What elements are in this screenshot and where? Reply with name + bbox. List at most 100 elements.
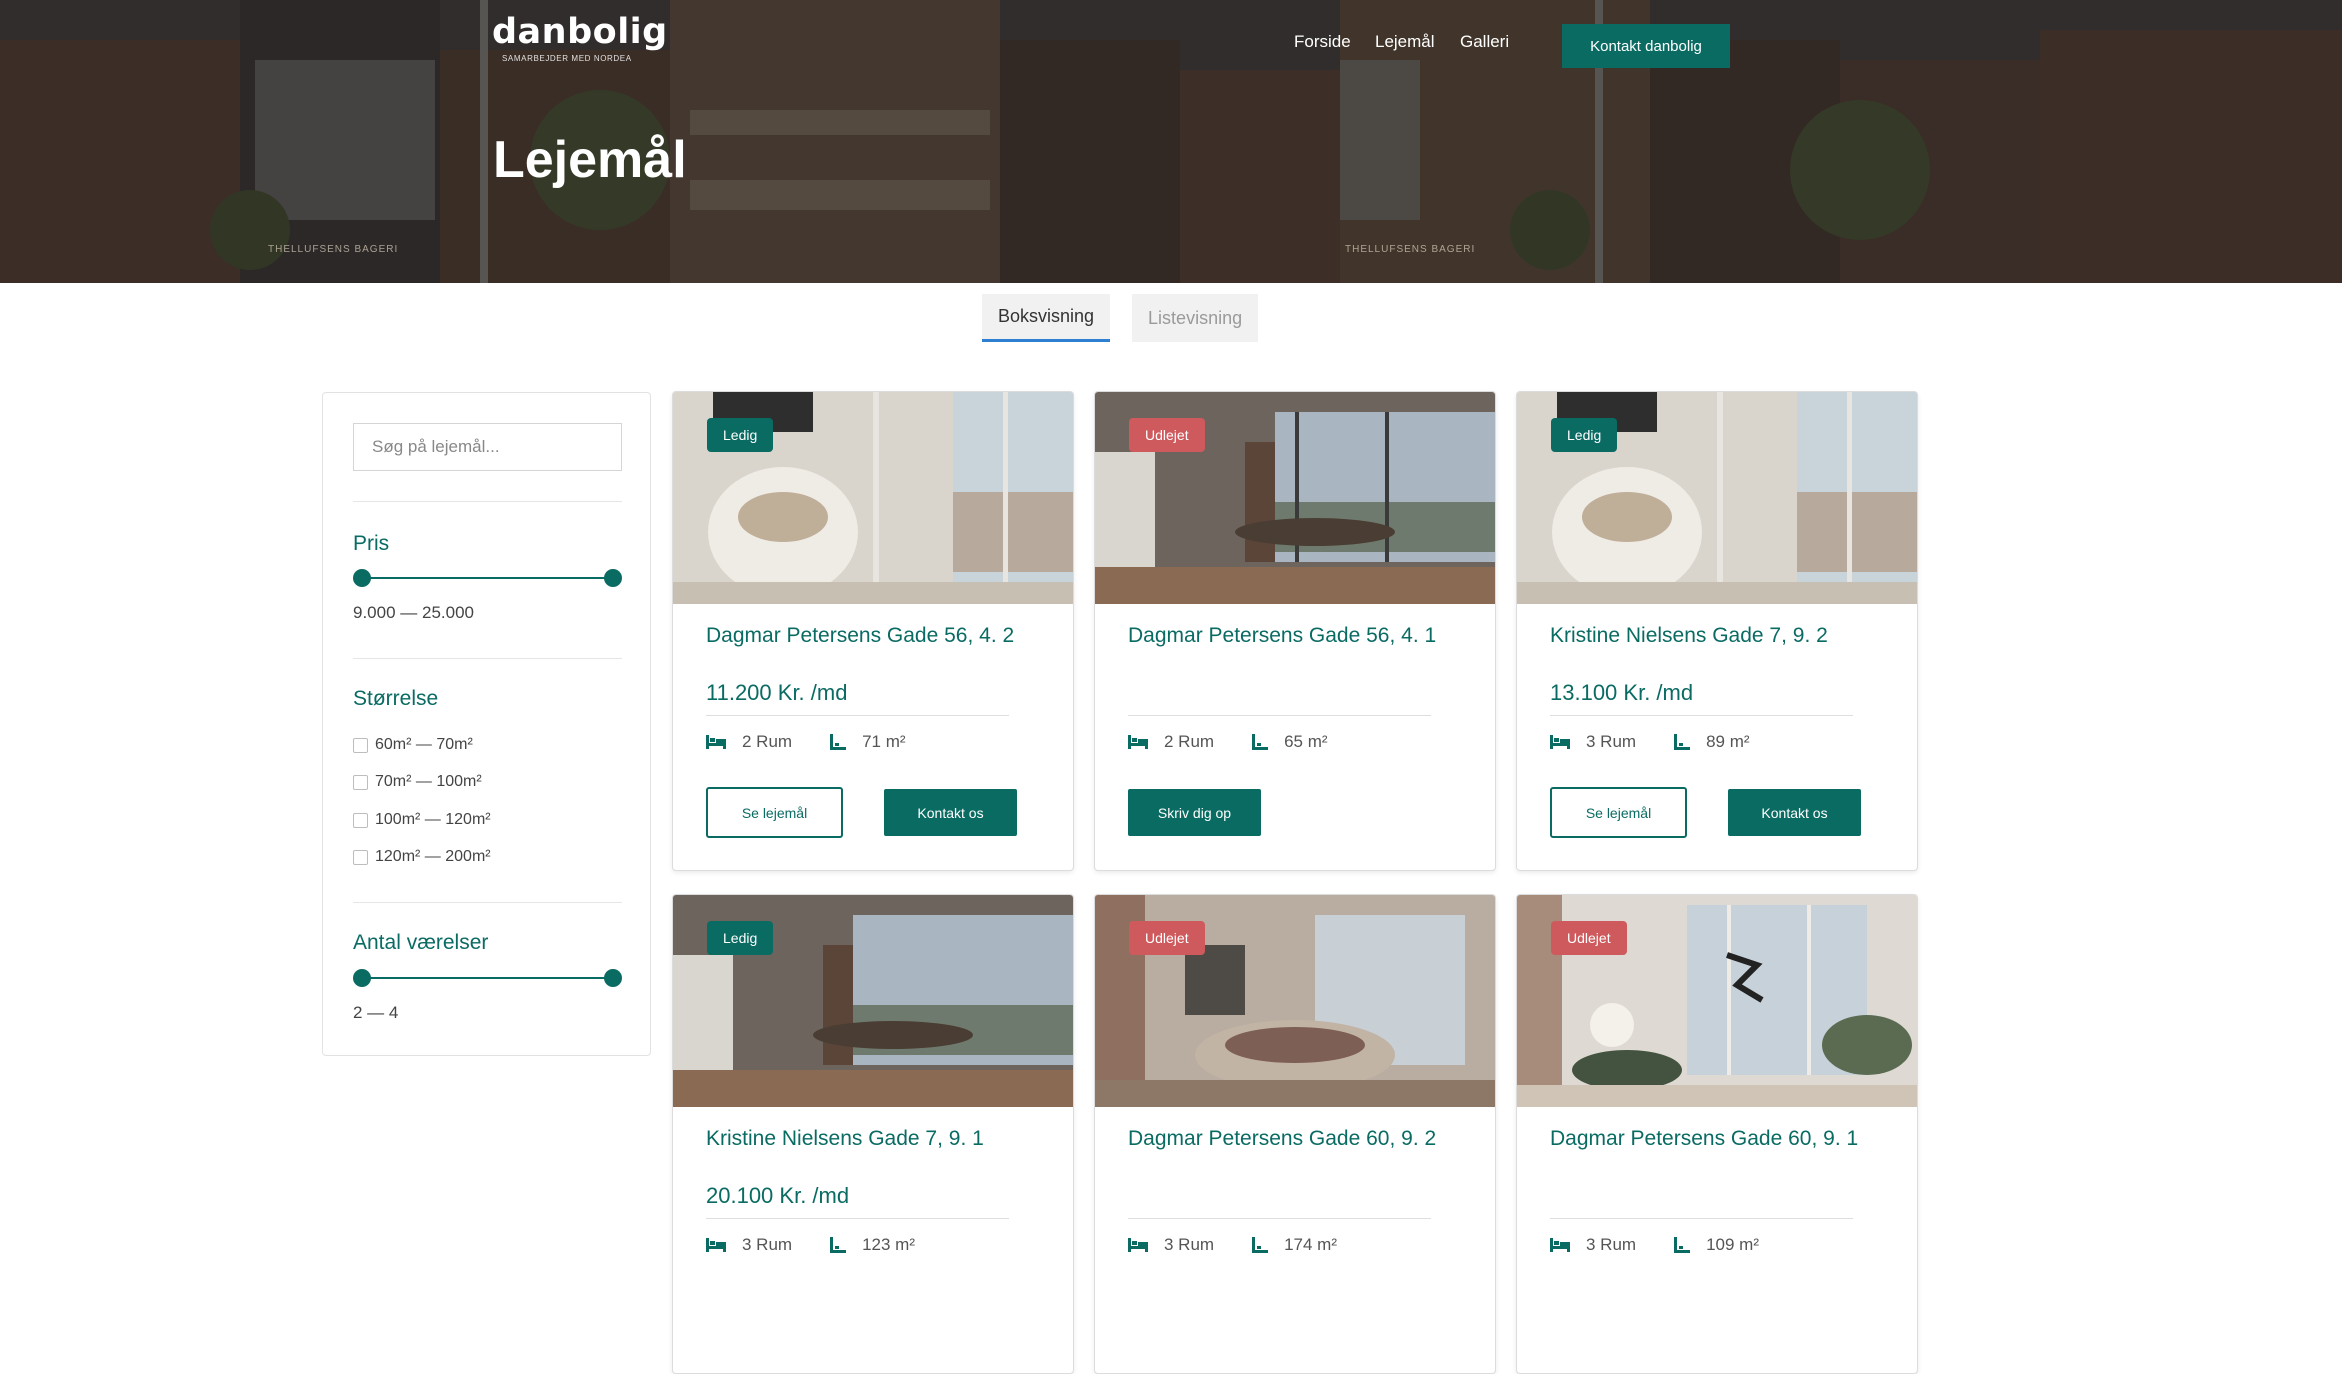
- status-badge: Udlejet: [1129, 418, 1205, 452]
- floor-area-icon: [1674, 734, 1691, 750]
- listing-card: Udlejet Dagmar Petersens Gade 60, 9. 1 3…: [1516, 894, 1918, 1374]
- bed-icon: [1550, 735, 1570, 749]
- bed-icon: [1128, 735, 1148, 749]
- listing-meta: 3 Rum 123 m²: [706, 1235, 953, 1255]
- status-badge: Udlejet: [1551, 921, 1627, 955]
- view-listing-button[interactable]: Se lejemål: [1550, 787, 1687, 838]
- divider: [353, 658, 622, 659]
- rooms-count: 3 Rum: [742, 1235, 793, 1254]
- checkbox[interactable]: [353, 774, 368, 790]
- listing-meta: 2 Rum 71 m²: [706, 732, 944, 752]
- status-badge: Ledig: [707, 418, 774, 452]
- search-input[interactable]: [353, 423, 622, 471]
- slider-track: [361, 977, 614, 979]
- area-size: 65 m²: [1284, 732, 1328, 751]
- size-option-label: 100m² — 120m²: [375, 811, 491, 828]
- listing-card: Udlejet Dagmar Petersens Gade 60, 9. 2 3…: [1094, 894, 1496, 1374]
- logo-name: danbolig: [492, 12, 668, 52]
- listing-address[interactable]: Kristine Nielsens Gade 7, 9. 2: [1550, 624, 1828, 648]
- rooms-filter-title: Antal værelser: [353, 931, 489, 954]
- area-size: 174 m²: [1284, 1235, 1337, 1254]
- contact-button[interactable]: Kontakt os: [1728, 789, 1861, 836]
- bed-icon: [706, 735, 726, 749]
- checkbox[interactable]: [353, 812, 368, 828]
- listing-meta: 3 Rum 89 m²: [1550, 732, 1788, 752]
- size-option-label: 60m² — 70m²: [375, 736, 473, 753]
- rooms-count: 2 Rum: [742, 732, 793, 751]
- floor-area-icon: [1252, 1237, 1269, 1253]
- tab-boksvisning[interactable]: Boksvisning: [982, 294, 1111, 342]
- view-listing-button[interactable]: Se lejemål: [706, 787, 843, 838]
- checkbox[interactable]: [353, 849, 368, 865]
- view-tabs: Boksvisning Listevisning: [982, 294, 1259, 342]
- divider: [353, 501, 622, 502]
- logo-subtitle: SAMARBEJDER MED NORDEA: [502, 54, 632, 63]
- size-option[interactable]: 100m² — 120m²: [353, 811, 491, 829]
- listing-meta: 3 Rum 109 m²: [1550, 1235, 1797, 1255]
- listing-card: Ledig Kristine Nielsens Gade 7, 9. 2 13.…: [1516, 391, 1918, 871]
- contact-button[interactable]: Kontakt os: [884, 789, 1017, 836]
- listing-card: Udlejet Dagmar Petersens Gade 56, 4. 1 2…: [1094, 391, 1496, 871]
- floor-area-icon: [1252, 734, 1269, 750]
- listing-card: Ledig Dagmar Petersens Gade 56, 4. 2 11.…: [672, 391, 1074, 871]
- bed-icon: [1550, 1238, 1570, 1252]
- rooms-count: 3 Rum: [1586, 732, 1637, 751]
- area-size: 71 m²: [862, 732, 906, 751]
- nav-item-lejemaal[interactable]: Lejemål: [1375, 32, 1435, 52]
- price-range-slider[interactable]: [353, 569, 622, 587]
- status-badge: Ledig: [707, 921, 774, 955]
- listing-meta: 3 Rum 174 m²: [1128, 1235, 1375, 1255]
- size-option[interactable]: 70m² — 100m²: [353, 773, 482, 791]
- contact-danbolig-button[interactable]: Kontakt danbolig: [1562, 24, 1730, 68]
- rooms-range-slider[interactable]: [353, 969, 622, 987]
- floor-area-icon: [830, 1237, 847, 1253]
- listing-price: 11.200 Kr. /md: [706, 680, 848, 705]
- divider: [1128, 1218, 1431, 1219]
- rooms-count: 3 Rum: [1586, 1235, 1637, 1254]
- slider-min-handle[interactable]: [353, 969, 371, 987]
- listing-address[interactable]: Dagmar Petersens Gade 56, 4. 1: [1128, 624, 1436, 648]
- rooms-count: 2 Rum: [1164, 732, 1215, 751]
- hero-overlay: [0, 0, 2342, 283]
- logo[interactable]: danbolig SAMARBEJDER MED NORDEA: [492, 12, 668, 63]
- divider: [353, 902, 622, 903]
- signup-button[interactable]: Skriv dig op: [1128, 789, 1261, 836]
- nav-item-galleri[interactable]: Galleri: [1460, 32, 1509, 52]
- size-option-label: 120m² — 200m²: [375, 848, 491, 865]
- divider: [1128, 715, 1431, 716]
- rooms-count: 3 Rum: [1164, 1235, 1215, 1254]
- listing-address[interactable]: Dagmar Petersens Gade 56, 4. 2: [706, 624, 1014, 648]
- floor-area-icon: [830, 734, 847, 750]
- slider-max-handle[interactable]: [604, 569, 622, 587]
- size-option-label: 70m² — 100m²: [375, 773, 482, 790]
- listing-price: 20.100 Kr. /md: [706, 1183, 850, 1208]
- bed-icon: [1128, 1238, 1148, 1252]
- slider-min-handle[interactable]: [353, 569, 371, 587]
- nav-item-forside[interactable]: Forside: [1294, 32, 1351, 52]
- slider-max-handle[interactable]: [604, 969, 622, 987]
- listing-meta: 2 Rum 65 m²: [1128, 732, 1366, 752]
- status-badge: Udlejet: [1129, 921, 1205, 955]
- listing-card: Ledig Kristine Nielsens Gade 7, 9. 1 20.…: [672, 894, 1074, 1374]
- bed-icon: [706, 1238, 726, 1252]
- price-range-text: 9.000 — 25.000: [353, 603, 474, 622]
- area-size: 89 m²: [1706, 732, 1750, 751]
- size-option[interactable]: 120m² — 200m²: [353, 848, 491, 866]
- divider: [1550, 1218, 1853, 1219]
- building-sign: THELLUFSENS BAGERI: [1345, 244, 1476, 255]
- divider: [706, 1218, 1009, 1219]
- area-size: 123 m²: [862, 1235, 915, 1254]
- listing-address[interactable]: Dagmar Petersens Gade 60, 9. 2: [1128, 1127, 1436, 1151]
- status-badge: Ledig: [1551, 418, 1618, 452]
- rooms-range-text: 2 — 4: [353, 1003, 399, 1022]
- tab-listevisning[interactable]: Listevisning: [1132, 294, 1259, 342]
- filter-sidebar: Pris 9.000 — 25.000 Størrelse 60m² — 70m…: [322, 392, 651, 1056]
- price-filter-title: Pris: [353, 532, 390, 555]
- listing-address[interactable]: Kristine Nielsens Gade 7, 9. 1: [706, 1127, 984, 1151]
- listing-address[interactable]: Dagmar Petersens Gade 60, 9. 1: [1550, 1127, 1858, 1151]
- checkbox[interactable]: [353, 737, 368, 753]
- size-option[interactable]: 60m² — 70m²: [353, 736, 473, 754]
- page-title: Lejemål: [493, 131, 687, 189]
- divider: [706, 715, 1009, 716]
- slider-track: [361, 577, 614, 579]
